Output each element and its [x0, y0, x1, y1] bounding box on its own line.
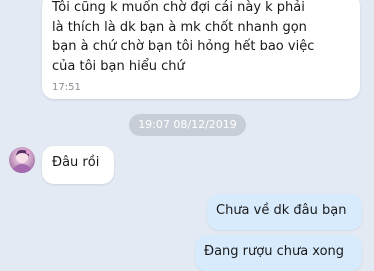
date-separator: 19:07 08/12/2019	[129, 114, 246, 136]
message-text: Đâu rồi	[52, 155, 100, 170]
avatar[interactable]	[9, 147, 35, 173]
incoming-message-bubble[interactable]: Tôi cũng k muốn chờ đợi cái này k phải l…	[42, 0, 360, 99]
message-text: Tôi cũng k muốn chờ đợi cái này k phải l…	[52, 0, 315, 74]
outgoing-message-bubble[interactable]: Chưa về dk đâu bạn	[207, 194, 362, 230]
outgoing-message-bubble[interactable]: Đang rượu chưa xong	[195, 235, 362, 271]
user-avatar-icon	[12, 149, 32, 173]
message-text: Chưa về dk đâu bạn	[216, 203, 347, 218]
incoming-message-bubble[interactable]: Đâu rồi	[42, 146, 114, 184]
message-timestamp: 17:51	[52, 82, 81, 93]
